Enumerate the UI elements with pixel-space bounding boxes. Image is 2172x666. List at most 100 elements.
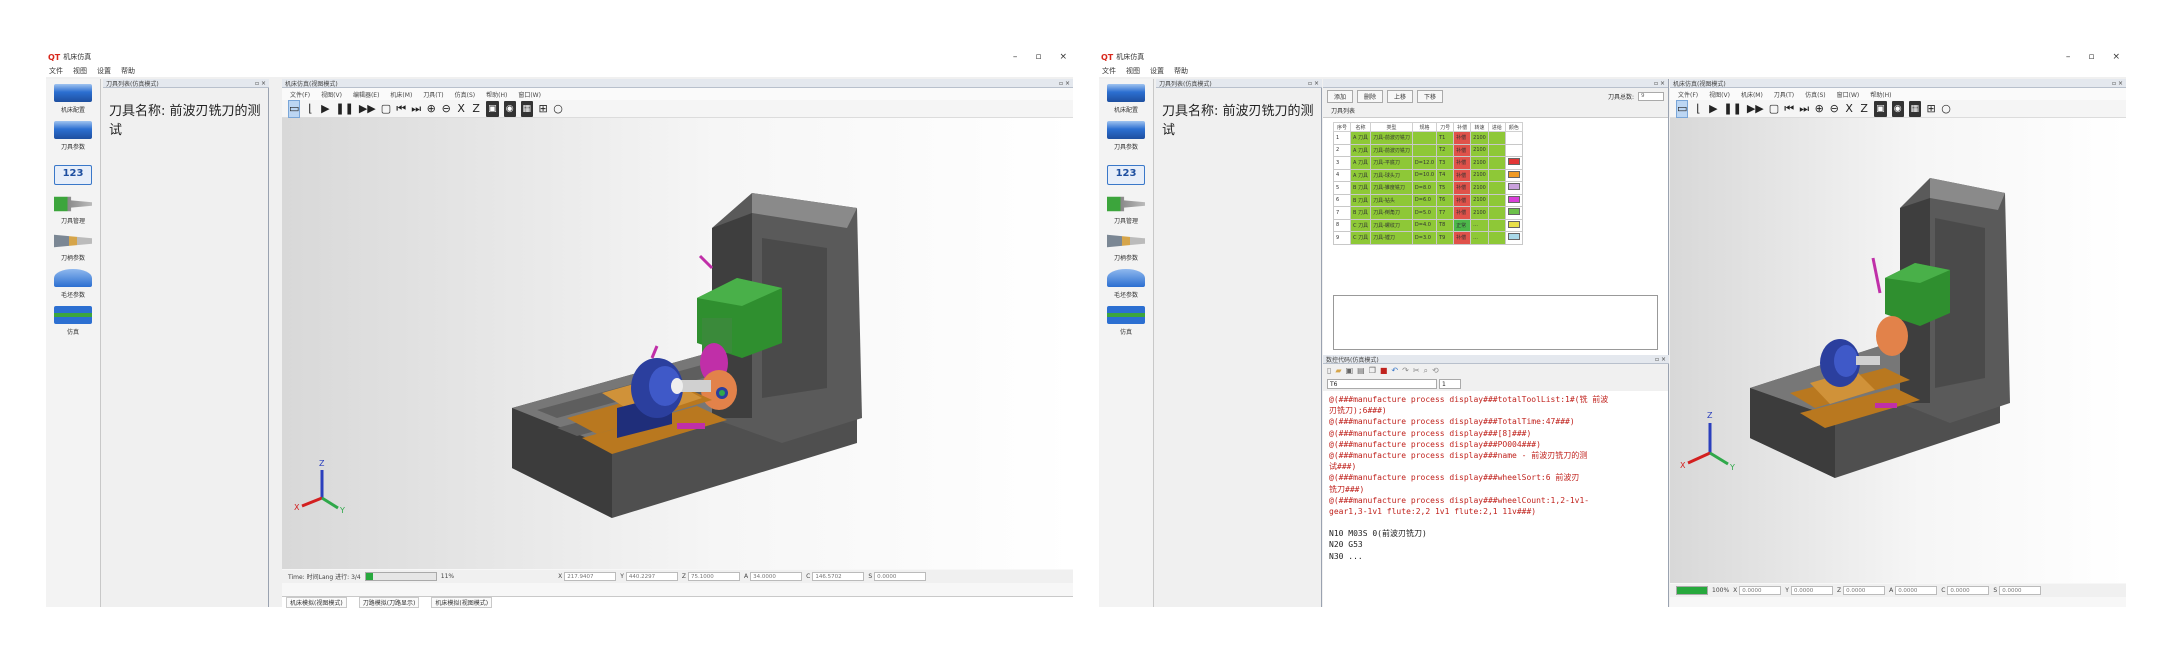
ruler-icon[interactable]: ⌊ bbox=[1693, 101, 1703, 117]
sidebar-item-tool-params[interactable]: 刀具参数 bbox=[1099, 116, 1153, 153]
menu-settings[interactable]: 设置 bbox=[97, 66, 111, 76]
tool-count-field[interactable]: 9 bbox=[1638, 91, 1664, 101]
play-icon[interactable]: ▶ bbox=[1708, 101, 1718, 117]
sidebar-item-tool-manage[interactable]: 刀具管理 bbox=[46, 190, 100, 227]
code-editor[interactable]: @(###manufacture process display###total… bbox=[1323, 391, 1668, 565]
tab-editor[interactable]: 编辑器(E) bbox=[353, 90, 379, 99]
delete-tool-button[interactable]: 删除 bbox=[1357, 89, 1384, 103]
view-x-button[interactable]: X bbox=[456, 101, 466, 117]
menu-settings[interactable]: 设置 bbox=[1150, 66, 1164, 76]
play-icon[interactable]: ▶ bbox=[320, 101, 330, 117]
cut-icon[interactable]: ✂ bbox=[1413, 366, 1420, 375]
menu-view[interactable]: 视图 bbox=[1126, 66, 1140, 76]
maximize-button[interactable]: ▫ bbox=[2088, 52, 2094, 62]
table-cell-color[interactable] bbox=[1504, 168, 1523, 182]
display-mode-icon[interactable]: ▣ bbox=[486, 100, 499, 117]
table-header-cell[interactable]: 刀号 bbox=[1436, 122, 1455, 132]
ruler-icon[interactable]: ⌊ bbox=[305, 101, 315, 117]
fast-forward-icon[interactable]: ▶▶ bbox=[359, 101, 376, 117]
bottom-tab-2[interactable]: 刀路模拟(刀路显示) bbox=[358, 596, 420, 608]
table-row[interactable]: 7B 刀具 刀具-倒角刀 D=5.0 T7 补偿 2100 bbox=[1332, 206, 1523, 220]
skip-back-icon[interactable]: ⏮ bbox=[1784, 101, 1794, 117]
add-tool-button[interactable]: 添加 bbox=[1327, 89, 1354, 103]
tab-machine[interactable]: 机床(M) bbox=[1741, 90, 1763, 99]
new-file-icon[interactable]: ▯ bbox=[1327, 366, 1331, 375]
table-row[interactable]: 2A 刀具 刀具-前波刃铣刀 T2 补偿 2100 bbox=[1332, 143, 1523, 157]
sidebar-item-number[interactable]: 123 bbox=[1099, 153, 1153, 190]
circle-icon[interactable]: ○ bbox=[1941, 101, 1951, 117]
tab-tool[interactable]: 刀具(T) bbox=[1774, 90, 1794, 99]
table-header-cell[interactable]: 名称 bbox=[1350, 122, 1372, 132]
table-row[interactable]: 8C 刀具 刀具-螺纹刀 D=4.0 T8 正常... bbox=[1332, 218, 1523, 232]
skip-forward-icon[interactable]: ⏭ bbox=[411, 101, 421, 117]
book-icon[interactable]: ■ bbox=[1380, 366, 1388, 375]
bottom-tab-1[interactable]: 机床模拟(视图模式) bbox=[286, 596, 347, 608]
menu-help[interactable]: 帮助 bbox=[1174, 66, 1188, 76]
view-z-button[interactable]: Z bbox=[1859, 101, 1869, 117]
find-icon[interactable]: ⌕ bbox=[1424, 366, 1428, 376]
pause-icon[interactable]: ❚❚ bbox=[1723, 101, 1741, 117]
move-down-button[interactable]: 下移 bbox=[1417, 89, 1444, 103]
skip-forward-icon[interactable]: ⏭ bbox=[1799, 101, 1809, 117]
table-row[interactable]: 6B 刀具 刀具-钻头 D=6.0 T6 补偿 2100 bbox=[1332, 193, 1523, 207]
skip-back-icon[interactable]: ⏮ bbox=[396, 101, 406, 117]
table-header-cell[interactable]: 转速 bbox=[1470, 122, 1489, 132]
panel-close-icon[interactable]: ▫ × bbox=[1308, 80, 1319, 87]
grid-icon[interactable]: ⊞ bbox=[1926, 101, 1936, 117]
table-header-cell[interactable]: 颜色 bbox=[1504, 122, 1523, 132]
tab-file[interactable]: 文件(F) bbox=[290, 90, 310, 99]
tab-file[interactable]: 文件(F) bbox=[1678, 90, 1698, 99]
sidebar-item-simulate[interactable]: 仿真 bbox=[46, 301, 100, 338]
view-x-button[interactable]: X bbox=[1844, 101, 1854, 117]
zoom-in-icon[interactable]: ⊕ bbox=[426, 101, 436, 117]
sidebar-item-tool-params[interactable]: 刀具参数 bbox=[46, 116, 100, 153]
tab-view[interactable]: 视图(V) bbox=[1709, 90, 1730, 99]
sidebar-item-blank[interactable]: 毛坯参数 bbox=[1099, 264, 1153, 301]
table-row[interactable]: 4A 刀具 刀具-球头刀 D=10.0 T4 补偿 2100 bbox=[1332, 168, 1523, 182]
tab-tool[interactable]: 刀具(T) bbox=[423, 90, 443, 99]
table-cell-color[interactable] bbox=[1504, 181, 1523, 195]
replace-icon[interactable]: ⟲ bbox=[1432, 366, 1439, 375]
sidebar-item-blank[interactable]: 毛坯参数 bbox=[46, 264, 100, 301]
table-cell-color[interactable] bbox=[1504, 143, 1523, 157]
panel-close-icon[interactable]: ▫ × bbox=[255, 80, 266, 87]
table-row[interactable]: 1A 刀具 刀具-前波刃铣刀 T1 补偿 2100 bbox=[1332, 131, 1523, 145]
panel-close-icon[interactable]: ▫ × bbox=[2112, 80, 2123, 87]
zoom-in-icon[interactable]: ⊕ bbox=[1814, 101, 1824, 117]
grid-icon[interactable]: ⊞ bbox=[538, 101, 548, 117]
render-mode-icon[interactable]: ◉ bbox=[1891, 100, 1904, 117]
table-row[interactable]: 5B 刀具 刀具-锥度铣刀 D=8.0 T5 补偿 2100 bbox=[1332, 181, 1523, 195]
table-cell-color[interactable] bbox=[1504, 231, 1523, 245]
copy-icon[interactable]: ❐ bbox=[1369, 366, 1376, 375]
tab-help[interactable]: 帮助(H) bbox=[486, 90, 507, 99]
tab-window[interactable]: 窗口(W) bbox=[1837, 90, 1860, 99]
tab-simulate[interactable]: 仿真(S) bbox=[1805, 90, 1826, 99]
close-button[interactable]: × bbox=[1059, 52, 1067, 62]
menu-view[interactable]: 视图 bbox=[73, 66, 87, 76]
table-header-cell[interactable]: 类型 bbox=[1370, 122, 1413, 132]
sidebar-item-machine[interactable]: 机床配置 bbox=[46, 79, 100, 116]
redo-icon[interactable]: ↷ bbox=[1402, 366, 1409, 375]
panel-close-icon[interactable]: ▫ × bbox=[1059, 80, 1070, 87]
3d-viewport[interactable]: Z X Y bbox=[282, 118, 1073, 569]
table-header-cell[interactable]: 规格 bbox=[1411, 122, 1438, 132]
zoom-out-icon[interactable]: ⊖ bbox=[441, 101, 451, 117]
panel-close-icon[interactable]: ▫ × bbox=[1655, 356, 1666, 363]
sidebar-item-machine[interactable]: 机床配置 bbox=[1099, 79, 1153, 116]
table-row[interactable]: 9C 刀具 刀具-镗刀 D=3.0 T9 补偿... bbox=[1332, 231, 1523, 245]
view-z-button[interactable]: Z bbox=[471, 101, 481, 117]
minimize-button[interactable]: – bbox=[2066, 52, 2071, 62]
wireframe-icon[interactable]: ▦ bbox=[1908, 100, 1922, 117]
tool-select[interactable]: T6 bbox=[1327, 379, 1437, 389]
tab-tool-list[interactable]: 刀具列表 bbox=[1323, 104, 1668, 118]
render-mode-icon[interactable]: ◉ bbox=[503, 100, 516, 117]
move-up-button[interactable]: 上移 bbox=[1387, 89, 1414, 103]
display-mode-icon[interactable]: ▣ bbox=[1874, 100, 1887, 117]
table-header-cell[interactable]: 序号 bbox=[1332, 122, 1352, 132]
table-cell-color[interactable] bbox=[1504, 206, 1523, 220]
sidebar-item-tool-manage[interactable]: 刀具管理 bbox=[1099, 190, 1153, 227]
sidebar-item-holder[interactable]: 刀柄参数 bbox=[1099, 227, 1153, 264]
line-select[interactable]: 1 bbox=[1439, 379, 1461, 389]
panel-close-icon[interactable]: ▫ × bbox=[1654, 80, 1665, 87]
wireframe-icon[interactable]: ▦ bbox=[520, 100, 534, 117]
